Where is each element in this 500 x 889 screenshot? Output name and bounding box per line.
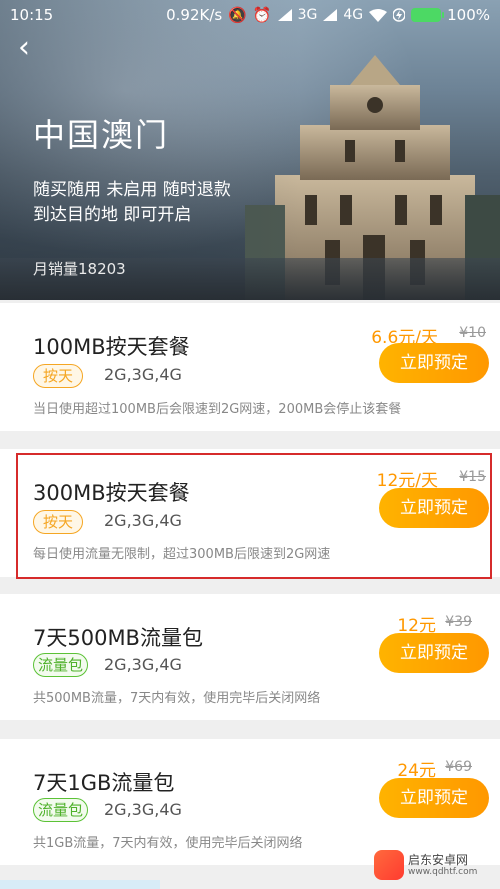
bottom-strip [0, 880, 160, 889]
battery-percent: 100% [447, 6, 490, 24]
network-type-3g: 3G [297, 7, 318, 23]
battery-icon [411, 8, 445, 22]
plan-description: 共500MB流量，7天内有效，使用完毕后关闭网络 [33, 691, 321, 706]
watermark-url: www.qdhtf.com [408, 866, 478, 877]
plan-name: 100MB按天套餐 [33, 335, 190, 359]
back-icon[interactable]: ‹ [18, 33, 42, 63]
plan-network-types: 2G,3G,4G [104, 365, 182, 384]
book-now-button[interactable]: 立即预定 [379, 343, 489, 383]
plan-card[interactable]: 7天500MB流量包 12元 ¥39 立即预定 流量包 2G,3G,4G 共50… [0, 594, 500, 720]
plan-original-price: ¥69 [445, 759, 472, 775]
watermark-text: 启东安卓网 www.qdhtf.com [408, 852, 478, 877]
book-now-button[interactable]: 立即预定 [379, 633, 489, 673]
plan-original-price: ¥10 [459, 325, 486, 341]
hero-description-line: 随买随用 未启用 随时退款 [33, 180, 231, 200]
plan-network-types: 2G,3G,4G [104, 800, 182, 819]
charging-icon [393, 8, 406, 22]
plan-card[interactable]: 100MB按天套餐 6.6元/天 ¥10 立即预定 按天 2G,3G,4G 当日… [0, 303, 500, 431]
wifi-icon [369, 8, 388, 22]
hero-description-line: 到达目的地 即可开启 [33, 205, 192, 225]
plan-name: 7天1GB流量包 [33, 771, 175, 795]
selection-highlight [16, 453, 492, 579]
network-type-4g: 4G [343, 7, 364, 23]
hero-description: 随买随用 未启用 随时退款 到达目的地 即可开启 [33, 178, 231, 228]
site-watermark: 启东安卓网 www.qdhtf.com [374, 847, 492, 883]
page-title: 中国澳门 [33, 116, 170, 154]
watermark-logo-icon [374, 850, 404, 880]
signal-icon [277, 9, 292, 21]
book-now-button[interactable]: 立即预定 [379, 778, 489, 818]
plan-description: 当日使用超过100MB后会限速到2G网速，200MB会停止该套餐 [33, 402, 402, 417]
plan-description: 共1GB流量，7天内有效，使用完毕后关闭网络 [33, 836, 303, 851]
plan-original-price: ¥39 [445, 614, 472, 630]
signal-icon [323, 9, 338, 21]
plan-type-tag: 按天 [33, 364, 84, 388]
plan-name: 7天500MB流量包 [33, 626, 203, 650]
silent-icon: 🔕 [228, 6, 247, 24]
status-time: 10:15 [10, 6, 54, 24]
plan-type-tag: 流量包 [33, 798, 89, 822]
plan-type-tag: 流量包 [33, 653, 89, 677]
network-speed: 0.92K/s [166, 6, 223, 24]
status-bar: 10:15 0.92K/s 🔕 ⏰ 3G 4G 100% [0, 0, 500, 30]
monthly-sales: 月销量18203 [33, 260, 126, 278]
watermark-name: 启东安卓网 [408, 852, 469, 867]
status-indicators: 0.92K/s 🔕 ⏰ 3G 4G 100% [166, 6, 490, 24]
hero-banner: 10:15 0.92K/s 🔕 ⏰ 3G 4G 100% ‹ 中国澳门 随买随用… [0, 0, 500, 300]
plan-network-types: 2G,3G,4G [104, 655, 182, 674]
alarm-icon: ⏰ [252, 6, 272, 24]
